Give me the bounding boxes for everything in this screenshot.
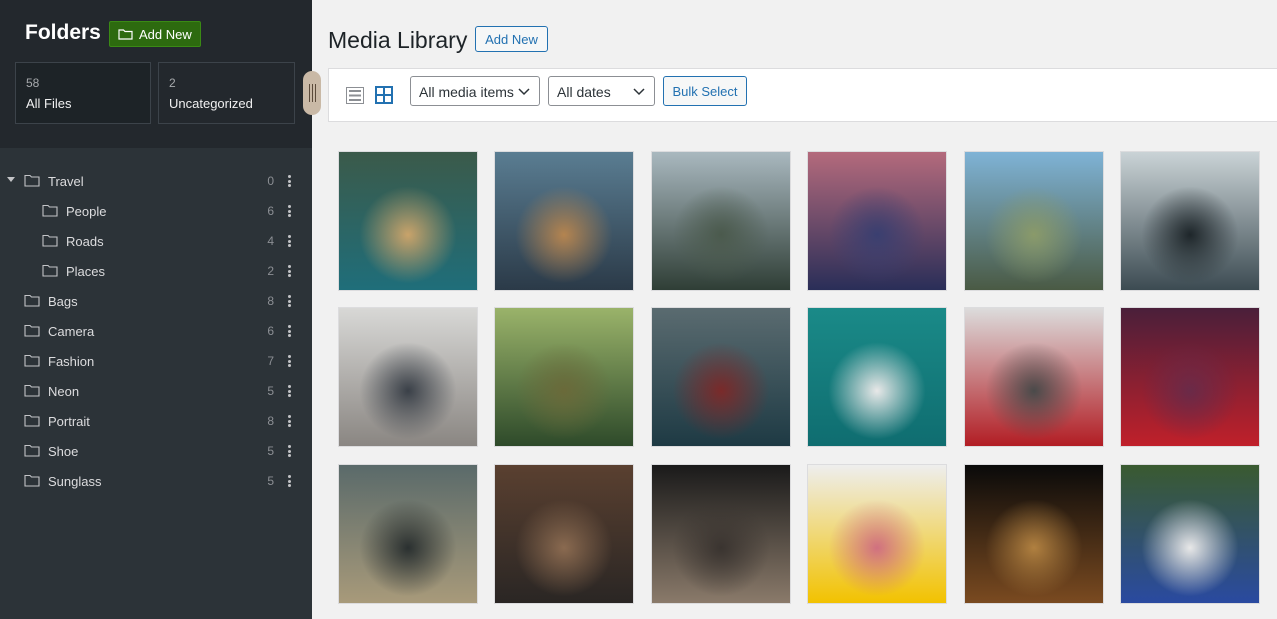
all-files-count: 58 bbox=[26, 76, 40, 90]
media-thumbnail[interactable] bbox=[651, 151, 791, 291]
all-files-card[interactable]: 58 All Files bbox=[15, 62, 151, 124]
folder-count: 2 bbox=[267, 264, 274, 278]
chevron-down-icon bbox=[518, 88, 530, 96]
chevron-down-icon bbox=[633, 88, 645, 96]
more-options-icon[interactable] bbox=[284, 293, 294, 309]
sidebar-title: Folders bbox=[25, 21, 101, 44]
folder-count: 8 bbox=[267, 294, 274, 308]
folder-item[interactable]: People 6 bbox=[0, 196, 312, 226]
folder-icon bbox=[24, 324, 40, 340]
more-options-icon[interactable] bbox=[284, 443, 294, 459]
media-thumbnail[interactable] bbox=[964, 151, 1104, 291]
folder-name: Places bbox=[66, 264, 106, 279]
media-type-filter[interactable]: All media items bbox=[410, 76, 540, 106]
folder-item[interactable]: Fashion 7 bbox=[0, 346, 312, 376]
add-media-button[interactable]: Add New bbox=[475, 26, 548, 52]
folder-name: Neon bbox=[48, 384, 80, 399]
folder-icon bbox=[24, 174, 40, 190]
media-thumbnail[interactable] bbox=[494, 464, 634, 604]
media-thumbnail[interactable] bbox=[338, 151, 478, 291]
more-options-icon[interactable] bbox=[284, 263, 294, 279]
folder-count: 7 bbox=[267, 354, 274, 368]
folder-item[interactable]: Places 2 bbox=[0, 256, 312, 286]
more-options-icon[interactable] bbox=[284, 383, 294, 399]
folder-icon bbox=[24, 384, 40, 400]
folder-count: 5 bbox=[267, 474, 274, 488]
folder-icon bbox=[24, 444, 40, 460]
media-thumbnail[interactable] bbox=[964, 464, 1104, 604]
folder-name: Portrait bbox=[48, 414, 90, 429]
folder-name: Travel bbox=[48, 174, 84, 189]
grid-view-icon[interactable] bbox=[375, 86, 393, 109]
list-view-icon[interactable] bbox=[346, 87, 364, 109]
folder-item[interactable]: Portrait 8 bbox=[0, 406, 312, 436]
media-thumbnail[interactable] bbox=[338, 464, 478, 604]
folder-icon bbox=[42, 204, 58, 220]
folders-sidebar: Folders Add New 58 All Files 2 Uncategor… bbox=[0, 0, 312, 619]
folder-count: 6 bbox=[267, 324, 274, 338]
media-thumbnail[interactable] bbox=[494, 151, 634, 291]
uncategorized-card[interactable]: 2 Uncategorized bbox=[158, 62, 295, 124]
folder-icon bbox=[118, 29, 133, 40]
folder-name: People bbox=[66, 204, 107, 219]
folder-icon bbox=[42, 234, 58, 250]
media-thumbnail[interactable] bbox=[494, 307, 634, 447]
folder-count: 5 bbox=[267, 384, 274, 398]
folder-item[interactable]: Sunglass 5 bbox=[0, 466, 312, 496]
more-options-icon[interactable] bbox=[284, 203, 294, 219]
folder-name: Roads bbox=[66, 234, 104, 249]
more-options-icon[interactable] bbox=[284, 323, 294, 339]
media-thumbnail[interactable] bbox=[338, 307, 478, 447]
media-thumbnail[interactable] bbox=[1120, 307, 1260, 447]
media-thumbnail[interactable] bbox=[807, 464, 947, 604]
folder-count: 4 bbox=[267, 234, 274, 248]
uncategorized-label: Uncategorized bbox=[169, 96, 253, 111]
media-thumbnail[interactable] bbox=[807, 151, 947, 291]
folder-name: Bags bbox=[48, 294, 78, 309]
more-options-icon[interactable] bbox=[284, 233, 294, 249]
folder-item[interactable]: Travel 0 bbox=[0, 166, 312, 196]
uncategorized-count: 2 bbox=[169, 76, 176, 90]
folder-icon bbox=[42, 264, 58, 280]
date-filter-value: All dates bbox=[557, 84, 611, 100]
caret-down-icon[interactable] bbox=[7, 177, 15, 182]
folder-item[interactable]: Neon 5 bbox=[0, 376, 312, 406]
more-options-icon[interactable] bbox=[284, 473, 294, 489]
folder-count: 6 bbox=[267, 204, 274, 218]
media-thumbnail[interactable] bbox=[651, 307, 791, 447]
all-files-label: All Files bbox=[26, 96, 72, 111]
media-toolbar: All media items All dates Bulk Select bbox=[328, 68, 1277, 122]
sidebar-resize-handle[interactable] bbox=[303, 71, 321, 115]
more-options-icon[interactable] bbox=[284, 173, 294, 189]
folder-name: Camera bbox=[48, 324, 95, 339]
date-filter[interactable]: All dates bbox=[548, 76, 655, 106]
folder-icon bbox=[24, 414, 40, 430]
bulk-select-button[interactable]: Bulk Select bbox=[663, 76, 747, 106]
folder-count: 8 bbox=[267, 414, 274, 428]
media-thumbnail[interactable] bbox=[1120, 151, 1260, 291]
folder-item[interactable]: Bags 8 bbox=[0, 286, 312, 316]
sidebar-header: Folders Add New 58 All Files 2 Uncategor… bbox=[0, 0, 312, 148]
folder-item[interactable]: Roads 4 bbox=[0, 226, 312, 256]
folder-name: Shoe bbox=[48, 444, 79, 459]
add-folder-button[interactable]: Add New bbox=[109, 21, 201, 47]
folder-item[interactable]: Camera 6 bbox=[0, 316, 312, 346]
folder-icon bbox=[24, 354, 40, 370]
folder-name: Sunglass bbox=[48, 474, 102, 489]
media-thumbnail[interactable] bbox=[807, 307, 947, 447]
media-thumbnail[interactable] bbox=[651, 464, 791, 604]
folder-icon bbox=[24, 294, 40, 310]
more-options-icon[interactable] bbox=[284, 353, 294, 369]
folder-icon bbox=[24, 474, 40, 490]
page-title: Media Library bbox=[328, 27, 468, 53]
folder-item[interactable]: Shoe 5 bbox=[0, 436, 312, 466]
folder-count: 5 bbox=[267, 444, 274, 458]
more-options-icon[interactable] bbox=[284, 413, 294, 429]
media-type-filter-value: All media items bbox=[419, 84, 514, 100]
folder-count: 0 bbox=[267, 174, 274, 188]
media-thumbnail[interactable] bbox=[1120, 464, 1260, 604]
add-folder-button-label: Add New bbox=[139, 26, 192, 42]
folder-name: Fashion bbox=[48, 354, 95, 369]
media-thumbnail[interactable] bbox=[964, 307, 1104, 447]
